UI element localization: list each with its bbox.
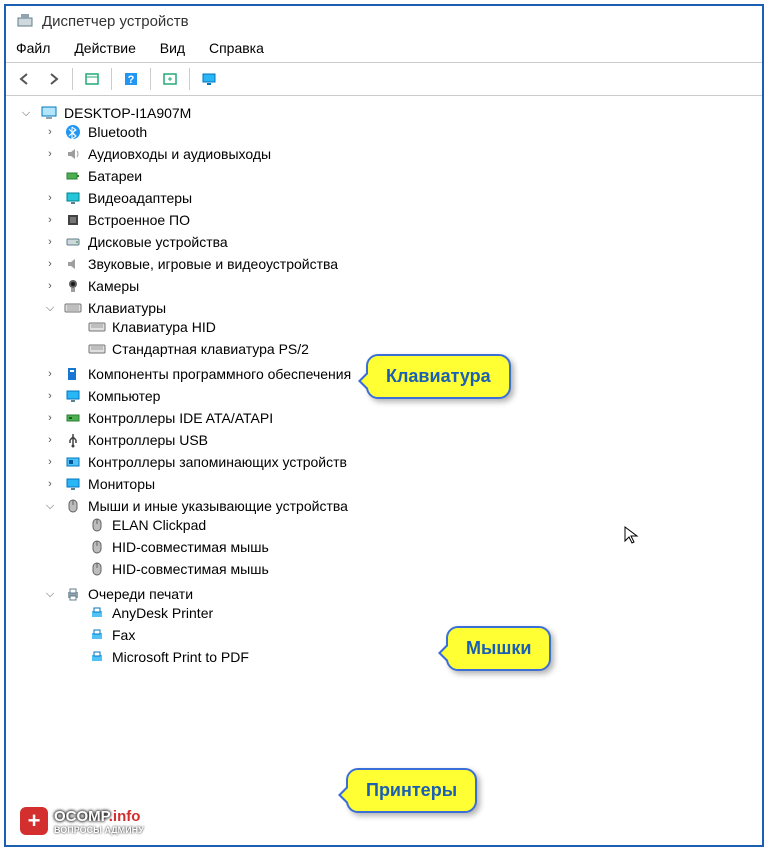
- sound-icon: [64, 256, 82, 272]
- plus-icon: +: [20, 807, 48, 835]
- expand-icon[interactable]: ›: [44, 412, 56, 424]
- mouse-icon: [88, 517, 106, 533]
- printer-icon: [88, 649, 106, 665]
- cursor-icon: [624, 526, 640, 549]
- tree-item-cameras[interactable]: ›Камеры: [44, 278, 758, 294]
- battery-icon: [64, 168, 82, 184]
- printer-icon: [64, 586, 82, 602]
- mouse-icon: [88, 561, 106, 577]
- expand-icon[interactable]: ›: [44, 434, 56, 446]
- tree-item-mouse-hid1[interactable]: HID-совместимая мышь: [68, 539, 758, 555]
- expand-icon[interactable]: ›: [44, 390, 56, 402]
- collapse-icon[interactable]: ⌵: [20, 107, 32, 120]
- callout-printers: Принтеры: [346, 768, 477, 813]
- expand-icon[interactable]: ›: [44, 456, 56, 468]
- collapse-icon[interactable]: ⌵: [44, 302, 56, 315]
- tree-item-video[interactable]: ›Видеоадаптеры: [44, 190, 758, 206]
- collapse-icon[interactable]: ⌵: [44, 500, 56, 513]
- tree-item-ide[interactable]: ›Контроллеры IDE ATA/ATAPI: [44, 410, 758, 426]
- tree-item-printer-fax[interactable]: Fax: [68, 627, 758, 643]
- tree-item-printer-anydesk[interactable]: AnyDesk Printer: [68, 605, 758, 621]
- expand-icon[interactable]: ›: [44, 236, 56, 248]
- audio-icon: [64, 146, 82, 162]
- software-icon: [64, 366, 82, 382]
- device-tree[interactable]: ⌵ DESKTOP-I1A907M ›Bluetooth ›Аудиовходы…: [6, 96, 762, 827]
- menu-file[interactable]: Файл: [16, 40, 50, 56]
- tree-item-audio[interactable]: ›Аудиовходы и аудиовыходы: [44, 146, 758, 162]
- tree-root[interactable]: ⌵ DESKTOP-I1A907M: [20, 105, 758, 121]
- keyboard-icon: [88, 319, 106, 335]
- computer-icon: [40, 105, 58, 121]
- camera-icon: [64, 278, 82, 294]
- mouse-icon: [64, 498, 82, 514]
- usb-icon: [64, 432, 82, 448]
- callout-mice: Мышки: [446, 626, 551, 671]
- expand-icon[interactable]: ›: [44, 126, 56, 138]
- display-adapter-icon: [64, 190, 82, 206]
- monitor-icon: [64, 476, 82, 492]
- scan-button[interactable]: [157, 66, 183, 92]
- tree-item-mouse-hid2[interactable]: HID-совместимая мышь: [68, 561, 758, 577]
- expand-icon[interactable]: ›: [44, 368, 56, 380]
- app-icon: [16, 12, 34, 30]
- monitor-button[interactable]: [196, 66, 222, 92]
- tree-item-keyboard-hid[interactable]: Клавиатура HID: [68, 319, 758, 335]
- keyboard-icon: [64, 300, 82, 316]
- tree-root-label: DESKTOP-I1A907M: [64, 105, 191, 121]
- disk-icon: [64, 234, 82, 250]
- help-button[interactable]: ?: [118, 66, 144, 92]
- tree-item-storage[interactable]: ›Контроллеры запоминающих устройств: [44, 454, 758, 470]
- tree-item-printqueue[interactable]: ⌵Очереди печати: [44, 586, 758, 602]
- titlebar: Диспетчер устройств: [6, 6, 762, 36]
- menu-help[interactable]: Справка: [209, 40, 264, 56]
- svg-text:?: ?: [128, 74, 135, 86]
- storage-icon: [64, 454, 82, 470]
- expand-icon[interactable]: ›: [44, 214, 56, 226]
- printer-icon: [88, 605, 106, 621]
- tree-item-printer-mspdf[interactable]: Microsoft Print to PDF: [68, 649, 758, 665]
- tree-item-firmware[interactable]: ›Встроенное ПО: [44, 212, 758, 228]
- back-button[interactable]: [12, 66, 38, 92]
- expand-icon[interactable]: ›: [44, 192, 56, 204]
- window-title: Диспетчер устройств: [42, 13, 189, 30]
- tree-item-batteries[interactable]: Батареи: [44, 168, 758, 184]
- watermark: + OCOMP.info ВОПРОСЫ АДМИНУ: [12, 803, 152, 839]
- tree-item-monitors[interactable]: ›Мониторы: [44, 476, 758, 492]
- expand-icon[interactable]: ›: [44, 478, 56, 490]
- toolbar: ?: [6, 62, 762, 96]
- tree-item-usb[interactable]: ›Контроллеры USB: [44, 432, 758, 448]
- tree-item-sound[interactable]: ›Звуковые, игровые и видеоустройства: [44, 256, 758, 272]
- bluetooth-icon: [64, 124, 82, 140]
- collapse-icon[interactable]: ⌵: [44, 588, 56, 601]
- printer-icon: [88, 627, 106, 643]
- monitor-icon: [64, 388, 82, 404]
- tree-item-mouse-elan[interactable]: ELAN Clickpad: [68, 517, 758, 533]
- ide-icon: [64, 410, 82, 426]
- menu-action[interactable]: Действие: [74, 40, 136, 56]
- forward-button[interactable]: [40, 66, 66, 92]
- callout-keyboard: Клавиатура: [366, 354, 511, 399]
- tree-item-bluetooth[interactable]: ›Bluetooth: [44, 124, 758, 140]
- keyboard-icon: [88, 341, 106, 357]
- menu-view[interactable]: Вид: [160, 40, 185, 56]
- menubar: Файл Действие Вид Справка: [6, 36, 762, 62]
- expand-icon[interactable]: ›: [44, 258, 56, 270]
- firmware-icon: [64, 212, 82, 228]
- expand-icon[interactable]: ›: [44, 148, 56, 160]
- mouse-icon: [88, 539, 106, 555]
- show-hidden-button[interactable]: [79, 66, 105, 92]
- tree-item-mice[interactable]: ⌵Мыши и иные указывающие устройства: [44, 498, 758, 514]
- tree-item-keyboards[interactable]: ⌵Клавиатуры: [44, 300, 758, 316]
- device-manager-window: Диспетчер устройств Файл Действие Вид Сп…: [4, 4, 764, 847]
- expand-icon[interactable]: ›: [44, 280, 56, 292]
- tree-item-disk[interactable]: ›Дисковые устройства: [44, 234, 758, 250]
